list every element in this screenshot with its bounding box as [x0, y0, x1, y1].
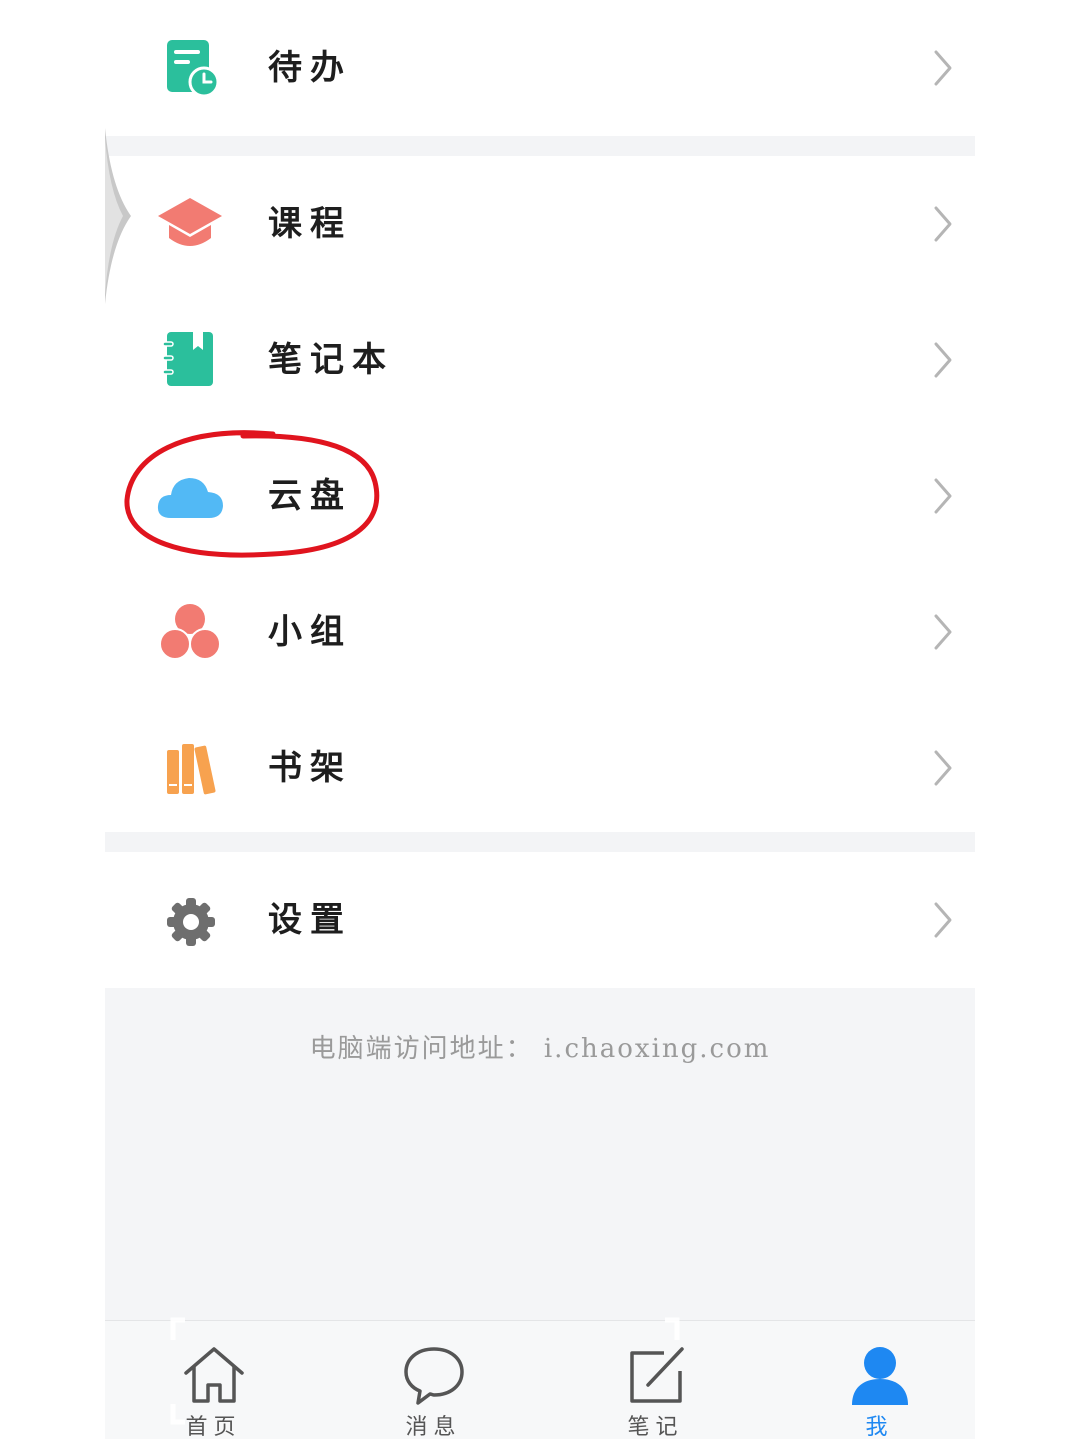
todo-document-clock-icon [155, 36, 225, 100]
tab-home[interactable]: 首页 [105, 1321, 322, 1439]
tab-me[interactable]: 我 [771, 1321, 975, 1439]
tab-messages[interactable]: 消息 [325, 1321, 542, 1439]
group-circles-icon [155, 600, 225, 664]
graduation-cap-icon [155, 192, 225, 256]
gear-icon [155, 888, 225, 952]
menu-item-group[interactable]: 小组 [105, 564, 975, 700]
chevron-right-icon [931, 748, 955, 788]
message-bubble-icon [402, 1343, 466, 1407]
tab-label: 笔记 [627, 1415, 684, 1439]
menu-item-bookshelf[interactable]: 书架 [105, 700, 975, 836]
menu-item-label: 待办 [268, 48, 352, 88]
swipe-back-indicator [105, 128, 131, 304]
menu-item-label: 云盘 [268, 476, 352, 516]
chevron-right-icon [931, 340, 955, 380]
app-screen: 待办 课程 笔记本 云盘 小组 书架 设置 电脑端访问地址： i.chaoxin… [105, 0, 975, 1439]
cloud-icon [155, 464, 225, 528]
user-icon [848, 1343, 912, 1407]
tab-label: 消息 [405, 1415, 462, 1439]
pc-access-address: 电脑端访问地址： i.chaoxing.com [309, 1034, 771, 1064]
section-divider [105, 832, 975, 852]
bottom-tab-bar: 首页 消息 笔记 我 [105, 1320, 975, 1439]
tab-notes[interactable]: 笔记 [547, 1321, 764, 1439]
chevron-right-icon [931, 900, 955, 940]
bookshelf-icon [155, 736, 225, 800]
menu-item-label: 笔记本 [268, 340, 394, 380]
menu-item-label: 设置 [268, 900, 352, 940]
menu-item-settings[interactable]: 设置 [105, 852, 975, 988]
menu-item-cloud-drive[interactable]: 云盘 [105, 428, 975, 564]
chevron-right-icon [931, 204, 955, 244]
menu-item-label: 课程 [268, 204, 352, 244]
note-edit-icon [624, 1343, 688, 1407]
menu-item-notebook[interactable]: 笔记本 [105, 292, 975, 428]
menu-item-label: 书架 [268, 748, 352, 788]
chevron-right-icon [931, 476, 955, 516]
notebook-icon [155, 328, 225, 392]
tab-label: 我 [865, 1415, 894, 1439]
chevron-right-icon [931, 612, 955, 652]
menu-item-label: 小组 [268, 612, 352, 652]
footer-area: 电脑端访问地址： i.chaoxing.com [105, 988, 975, 1320]
home-icon [182, 1343, 246, 1407]
chevron-right-icon [931, 48, 955, 88]
section-divider [105, 136, 975, 156]
menu-item-course[interactable]: 课程 [105, 156, 975, 292]
menu-item-todo[interactable]: 待办 [105, 0, 975, 136]
tab-label: 首页 [185, 1415, 242, 1439]
